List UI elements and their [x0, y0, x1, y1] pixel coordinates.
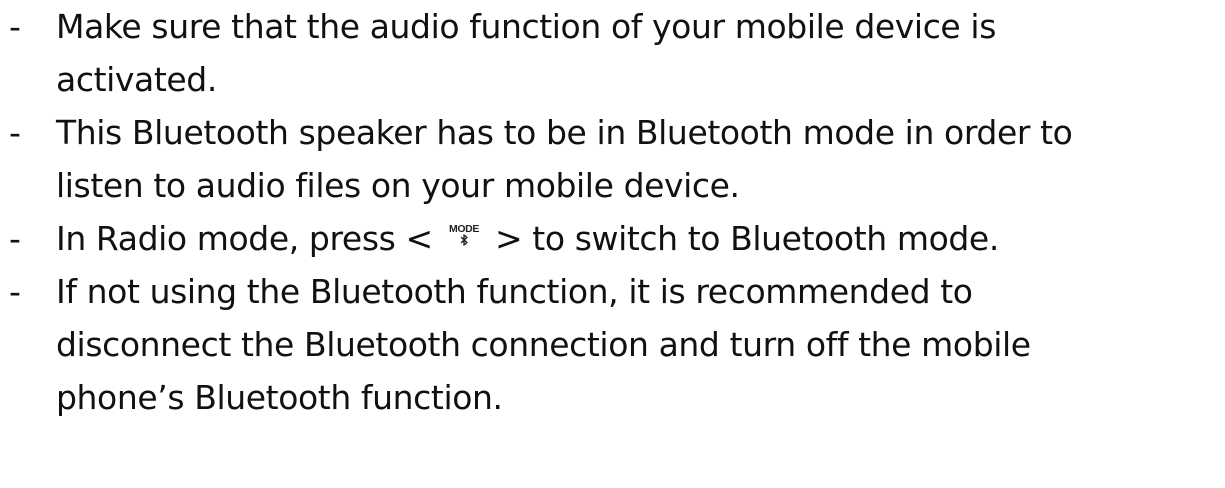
instruction-list: - Make sure that the audio function of y… [0, 0, 1225, 424]
bullet-audio-activated: - Make sure that the audio function of y… [0, 0, 1225, 106]
bullet-disconnect-recommendation: - If not using the Bluetooth function, i… [0, 265, 1225, 424]
bullet-line: listen to audio files on your mobile dev… [56, 166, 740, 205]
bullet-line: This Bluetooth speaker has to be in Blue… [56, 113, 1073, 152]
bullet-line: In Radio mode, press < MODE > to switch … [56, 212, 1225, 265]
mode-key-label: MODE [449, 223, 479, 235]
bluetooth-icon [460, 234, 468, 246]
bullet-line: phone’s Bluetooth function. [56, 378, 503, 417]
bullet-dash: - [9, 219, 21, 258]
bullet-dash: - [9, 272, 21, 311]
bullet-line: activated. [56, 60, 217, 99]
instruction-text-before: In Radio mode, press < [56, 219, 433, 258]
bullet-dash: - [9, 113, 21, 152]
bullet-switch-mode: - In Radio mode, press < MODE > to switc… [0, 212, 1225, 265]
bullet-bluetooth-mode-required: - This Bluetooth speaker has to be in Bl… [0, 106, 1225, 212]
bullet-line: Make sure that the audio function of you… [56, 7, 996, 46]
instruction-text-after: > to switch to Bluetooth mode. [494, 219, 999, 258]
bullet-line: disconnect the Bluetooth connection and … [56, 325, 1031, 364]
bullet-line: If not using the Bluetooth function, it … [56, 272, 973, 311]
mode-key-graphic: MODE [449, 223, 480, 246]
mode-button-glyph: MODE [445, 222, 483, 252]
bullet-dash: - [9, 7, 21, 46]
